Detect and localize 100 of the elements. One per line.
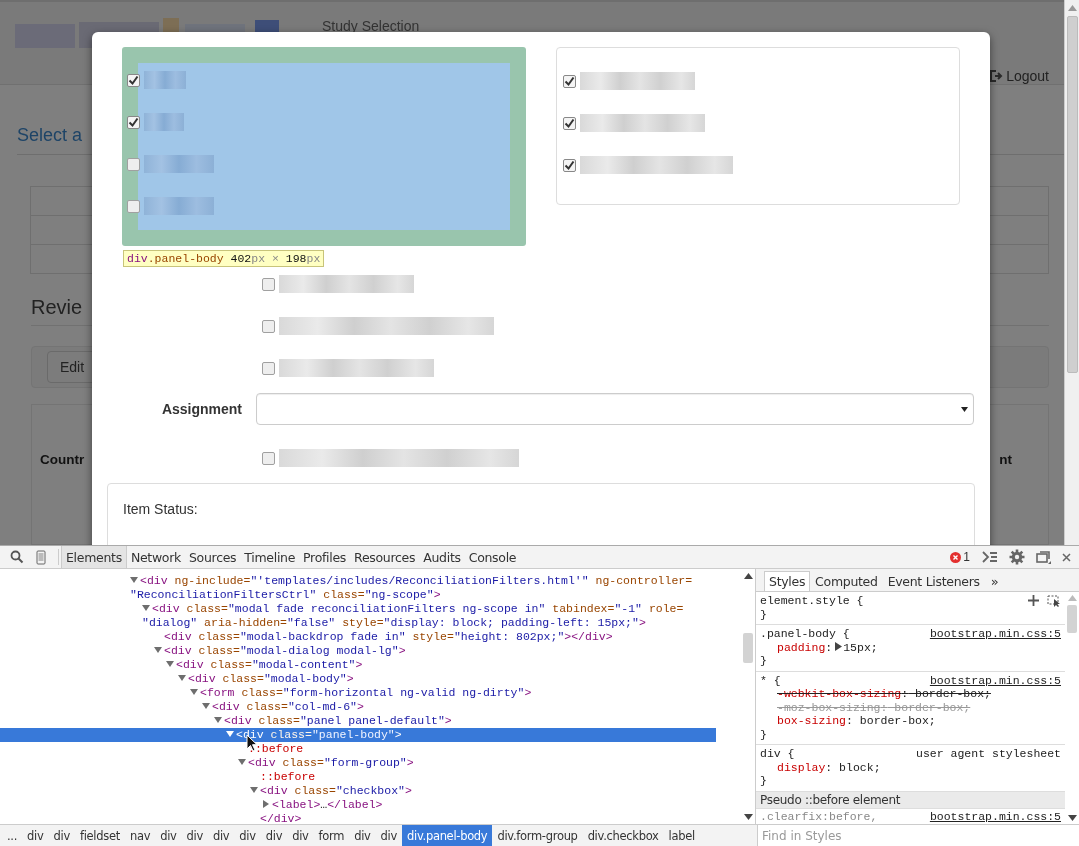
checkbox[interactable] — [127, 73, 140, 87]
toggle-icon[interactable] — [262, 800, 270, 808]
devtools-tab[interactable]: Console — [464, 546, 521, 568]
dom-node[interactable]: <div class="panel-body"> — [226, 728, 716, 742]
expand-icon[interactable] — [835, 641, 843, 651]
checkbox[interactable] — [262, 451, 275, 465]
breadcrumb[interactable]: div — [375, 825, 402, 846]
breadcrumb[interactable]: nav — [124, 825, 156, 846]
dom-node[interactable]: ::before — [238, 742, 716, 756]
checkbox[interactable] — [127, 115, 140, 129]
breadcrumb[interactable]: div.form-group — [492, 825, 583, 846]
toggle-icon[interactable] — [238, 758, 246, 766]
dom-node[interactable]: <div class="modal-content"> — [166, 658, 716, 672]
dom-node[interactable]: <div ng-include="'templates/includes/ReconciliationFilters.html'" ng-controller= "ReconciliationFiltersCtrl" class="ng-scope"> — [130, 574, 716, 602]
dom-node[interactable]: <div class="modal fade reconciliationFilters ng-scope in" tabindex="-1" role= "dialog" aria-hidden="false" style="display: block; padding-left: 15px;"> — [142, 602, 716, 630]
console-drawer-icon[interactable] — [982, 551, 998, 563]
breadcrumb[interactable]: div — [48, 825, 75, 846]
scroll-thumb[interactable] — [1066, 16, 1078, 373]
devtools-tab[interactable]: Elements — [61, 546, 127, 568]
search-field[interactable]: Find in Styles — [758, 825, 1079, 846]
dom-node[interactable]: </div> — [250, 812, 716, 824]
breadcrumb[interactable]: form — [313, 825, 350, 846]
breadcrumb[interactable]: fieldset — [74, 825, 125, 846]
dom-node[interactable]: <div class="col-md-6"> — [202, 700, 716, 714]
scroll-down-icon[interactable] — [743, 814, 753, 820]
breadcrumb[interactable]: div.panel-body — [402, 825, 493, 846]
scroll-thumb[interactable] — [743, 633, 753, 663]
devtools-tab[interactable]: Timeline — [240, 546, 300, 568]
devtools-tab[interactable]: Audits — [419, 546, 465, 568]
devtools-tab[interactable]: Sources — [184, 546, 241, 568]
devtools-tab[interactable]: Resources — [350, 546, 420, 568]
settings-icon[interactable] — [1009, 549, 1025, 565]
breadcrumb[interactable]: ... — [2, 825, 23, 846]
toggle-icon[interactable] — [154, 646, 162, 654]
css-declaration[interactable]: box-sizing: border-box; — [760, 714, 1061, 728]
toggle-icon[interactable] — [166, 660, 174, 668]
css-declaration[interactable]: display: block; — [760, 760, 1061, 774]
toggle-icon[interactable] — [178, 674, 186, 682]
dom-node[interactable]: ::before — [250, 770, 716, 784]
device-icon[interactable] — [36, 549, 46, 565]
styles-tab[interactable]: Event Listeners — [882, 571, 985, 591]
dom-node[interactable]: <div class="panel panel-default"> — [214, 714, 716, 728]
breadcrumb[interactable]: div — [181, 825, 208, 846]
logout-link[interactable]: Logout — [990, 68, 1049, 84]
dom-node[interactable]: <div class="modal-body"> — [178, 672, 716, 686]
css-declaration[interactable]: padding: 15px; — [760, 640, 1061, 654]
checkbox[interactable] — [563, 116, 576, 130]
toggle-icon[interactable] — [226, 730, 234, 738]
toggle-icon[interactable] — [250, 786, 258, 794]
breadcrumb[interactable]: label — [663, 825, 700, 846]
css-selector: element.style { — [760, 594, 864, 608]
source-link[interactable]: bootstrap.min.css:5 — [929, 627, 1061, 641]
search-icon[interactable] — [10, 550, 24, 564]
checkbox[interactable] — [262, 319, 275, 333]
css-selector: div { — [760, 747, 795, 761]
breadcrumb[interactable]: div — [349, 825, 376, 846]
source-link[interactable]: bootstrap.min.css:5 — [929, 673, 1061, 687]
dom-node[interactable]: <label>…</label> — [262, 798, 716, 812]
checkbox[interactable] — [127, 157, 140, 171]
breadcrumb[interactable]: div — [287, 825, 314, 846]
dom-node[interactable]: <div class="modal-backdrop fade in" style="height: 802px;"></div> — [154, 630, 716, 644]
page-title: Study Selection — [322, 18, 420, 34]
closing-brace: } — [760, 774, 768, 788]
styles-tab[interactable]: Computed — [810, 571, 883, 591]
checkbox[interactable] — [563, 74, 576, 88]
dock-icon[interactable] — [1036, 550, 1051, 564]
checkbox[interactable] — [262, 277, 275, 291]
breadcrumb[interactable]: div.checkbox — [582, 825, 664, 846]
toggle-icon[interactable] — [214, 716, 222, 724]
checkbox[interactable] — [127, 199, 140, 213]
breadcrumb[interactable]: div — [234, 825, 261, 846]
toggle-icon[interactable] — [190, 688, 198, 696]
breadcrumb[interactable]: div — [155, 825, 182, 846]
dom-node[interactable]: <div class="form-group"> — [238, 756, 716, 770]
scrollbar[interactable] — [1064, 0, 1079, 545]
scrollbar[interactable] — [1065, 592, 1079, 824]
devtools-tab[interactable]: Network — [126, 546, 185, 568]
toggle-icon[interactable] — [130, 576, 138, 584]
error-count[interactable]: 1 — [963, 550, 970, 564]
scroll-down-icon[interactable] — [1067, 815, 1077, 821]
breadcrumb[interactable]: div — [207, 825, 235, 846]
css-declaration[interactable]: -webkit-box-sizing: border-box; — [760, 687, 1061, 701]
styles-tab[interactable]: Styles — [764, 571, 811, 591]
dom-node[interactable]: <form class="form-horizontal ng-valid ng-dirty"> — [190, 686, 716, 700]
toggle-icon[interactable] — [202, 702, 210, 710]
element-state-icon[interactable] — [1047, 594, 1061, 607]
dom-node[interactable]: <div class="checkbox"> — [250, 784, 716, 798]
more-tabs-button[interactable]: » — [984, 572, 1005, 591]
scroll-up-icon[interactable] — [743, 573, 753, 579]
scroll-thumb[interactable] — [1067, 605, 1077, 633]
close-icon[interactable] — [1062, 552, 1071, 562]
checkbox[interactable] — [563, 158, 576, 172]
breadcrumb[interactable]: div — [22, 825, 49, 846]
devtools-tab[interactable]: Profiles — [299, 546, 351, 568]
source-link[interactable]: bootstrap.min.css:5 — [929, 809, 1061, 823]
breadcrumb[interactable]: div — [260, 825, 288, 846]
add-icon[interactable] — [1028, 595, 1039, 607]
dom-node[interactable]: <div class="modal-dialog modal-lg"> — [154, 644, 716, 658]
toggle-icon[interactable] — [142, 604, 150, 612]
checkbox[interactable] — [262, 361, 275, 375]
